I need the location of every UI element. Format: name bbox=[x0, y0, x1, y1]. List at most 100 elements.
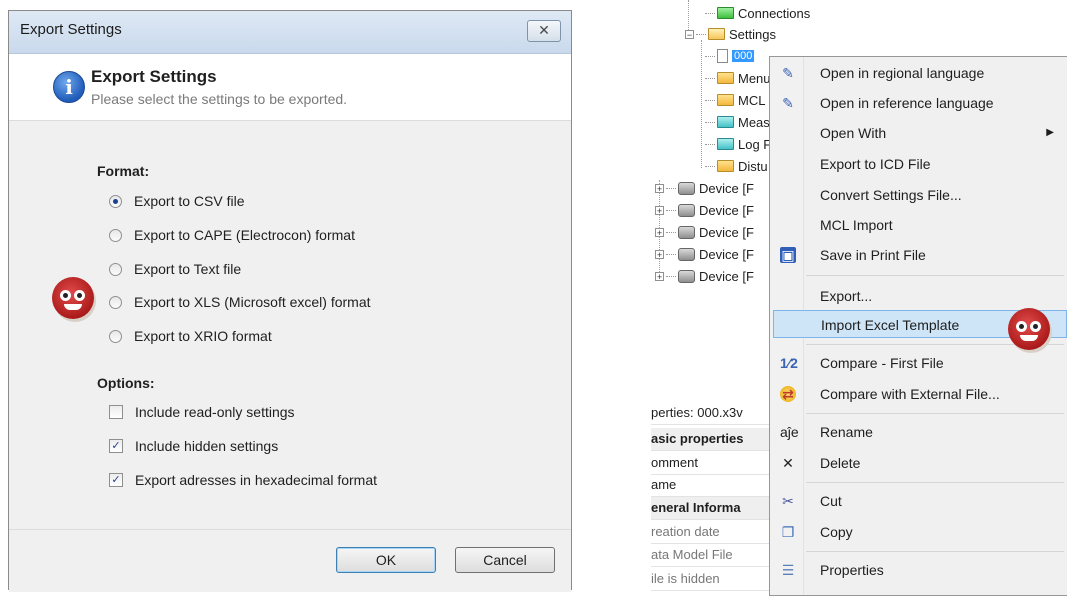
expand-icon[interactable]: + bbox=[655, 183, 664, 193]
tree-node-device[interactable]: + Device [F bbox=[655, 222, 754, 242]
tree-node-file-000[interactable]: 000 bbox=[705, 46, 755, 66]
device-icon bbox=[678, 247, 695, 261]
device-icon bbox=[678, 203, 695, 217]
properties-row[interactable]: asic properties bbox=[651, 428, 776, 451]
radio-button[interactable] bbox=[109, 329, 122, 343]
menu-item-export-icd[interactable]: Export to ICD File bbox=[770, 150, 1067, 178]
properties-row[interactable]: omment bbox=[651, 452, 776, 475]
folder-icon bbox=[717, 116, 734, 128]
menu-item-copy[interactable]: ❐ Copy bbox=[770, 518, 1067, 546]
close-button[interactable]: ✕ bbox=[527, 20, 561, 42]
menu-item-mcl-import[interactable]: MCL Import bbox=[770, 211, 1067, 239]
menu-item-open-regional[interactable]: ✎ Open in regional language bbox=[770, 59, 1067, 87]
tree-node-log[interactable]: Log F bbox=[705, 134, 771, 154]
radio-button[interactable] bbox=[109, 262, 122, 276]
tree-node-menu[interactable]: Menu bbox=[705, 68, 771, 88]
tree-node-label: Device [F bbox=[699, 180, 754, 196]
device-icon bbox=[678, 225, 695, 239]
expand-icon[interactable]: + bbox=[655, 205, 664, 215]
ok-button[interactable]: OK bbox=[336, 547, 436, 573]
tree-node-device[interactable]: + Device [F bbox=[655, 244, 754, 264]
menu-item-delete[interactable]: ✕ Delete bbox=[770, 449, 1067, 477]
tree-node-device[interactable]: + Device [F bbox=[655, 178, 754, 198]
dialog-title-bar: Export Settings ✕ bbox=[9, 11, 571, 54]
format-option-xls[interactable]: Export to XLS (Microsoft excel) format bbox=[109, 292, 371, 312]
menu-item-properties[interactable]: ☰ Properties bbox=[770, 556, 1067, 584]
tree-node-label: MCL bbox=[738, 92, 766, 108]
expand-icon[interactable]: + bbox=[655, 227, 664, 237]
format-heading: Format: bbox=[97, 163, 150, 179]
option-hexadecimal[interactable]: ✓ Export adresses in hexadecimal format bbox=[109, 470, 377, 490]
properties-row[interactable]: ile is hidden bbox=[651, 568, 776, 591]
folder-icon bbox=[717, 72, 734, 84]
format-option-csv[interactable]: Export to CSV file bbox=[109, 191, 245, 211]
option-read-only[interactable]: Include read-only settings bbox=[109, 402, 295, 422]
cancel-button[interactable]: Cancel bbox=[455, 547, 555, 573]
format-option-label: Export to XRIO format bbox=[134, 328, 272, 344]
copy-icon: ❐ bbox=[781, 524, 795, 540]
tree-node-disturbance[interactable]: Distu bbox=[705, 156, 768, 176]
tree-node-label: Meas bbox=[738, 114, 770, 130]
save-icon: ▣ bbox=[780, 247, 796, 263]
folder-open-icon bbox=[708, 28, 725, 40]
menu-item-label: Export to ICD File bbox=[820, 156, 931, 172]
header-subtitle: Please select the settings to be exporte… bbox=[91, 91, 348, 107]
tree-node-device[interactable]: + Device [F bbox=[655, 200, 754, 220]
properties-title: perties: 000.x3v bbox=[651, 402, 776, 425]
menu-item-label: Compare with External File... bbox=[820, 386, 1000, 402]
folder-icon bbox=[717, 160, 734, 172]
menu-item-rename[interactable]: aĵe Rename bbox=[770, 418, 1067, 446]
format-option-xrio[interactable]: Export to XRIO format bbox=[109, 326, 272, 346]
radio-button[interactable] bbox=[109, 194, 122, 208]
properties-pane: perties: 000.x3v asic properties omment … bbox=[651, 402, 776, 592]
properties-row[interactable]: reation date bbox=[651, 521, 776, 544]
menu-item-label: Copy bbox=[820, 524, 853, 540]
menu-item-open-reference[interactable]: ✎ Open in reference language bbox=[770, 89, 1067, 117]
menu-item-compare-external[interactable]: ⇄ Compare with External File... bbox=[770, 380, 1067, 408]
properties-icon: ☰ bbox=[781, 562, 795, 578]
folder-icon bbox=[717, 7, 734, 19]
tree-node-label: Connections bbox=[738, 5, 811, 21]
tree-node-mcl[interactable]: MCL bbox=[705, 90, 765, 110]
properties-row[interactable]: eneral Informa bbox=[651, 497, 776, 520]
properties-row[interactable]: ata Model File bbox=[651, 544, 776, 567]
rename-icon: aĵe bbox=[780, 424, 799, 440]
format-option-cape[interactable]: Export to CAPE (Electrocon) format bbox=[109, 225, 355, 245]
radio-button[interactable] bbox=[109, 228, 122, 242]
edit-icon: ✎ bbox=[782, 65, 794, 81]
compare-external-icon: ⇄ bbox=[780, 386, 796, 402]
menu-item-export[interactable]: Export... bbox=[770, 282, 1067, 310]
dialog-footer: OK Cancel bbox=[9, 529, 571, 592]
collapse-icon[interactable]: − bbox=[685, 29, 694, 39]
radio-button[interactable] bbox=[109, 295, 122, 309]
properties-row[interactable]: ame bbox=[651, 474, 776, 497]
submenu-arrow-icon: ▶ bbox=[1046, 127, 1054, 138]
format-option-label: Export to CAPE (Electrocon) format bbox=[134, 227, 355, 243]
menu-separator bbox=[806, 551, 1064, 552]
checkbox-checked[interactable]: ✓ bbox=[109, 439, 123, 453]
option-hidden[interactable]: ✓ Include hidden settings bbox=[109, 436, 278, 456]
edit-icon: ✎ bbox=[782, 95, 794, 111]
menu-item-cut[interactable]: ✂ Cut bbox=[770, 487, 1067, 515]
dialog-header: i Export Settings Please select the sett… bbox=[9, 54, 571, 121]
menu-item-convert-settings[interactable]: Convert Settings File... bbox=[770, 181, 1067, 209]
option-label: Export adresses in hexadecimal format bbox=[135, 472, 377, 488]
expand-icon[interactable]: + bbox=[655, 271, 664, 281]
menu-item-label: Save in Print File bbox=[820, 247, 926, 263]
menu-item-label: Open With bbox=[820, 125, 887, 141]
tree-node-settings[interactable]: − Settings bbox=[685, 24, 776, 44]
checkbox-checked[interactable]: ✓ bbox=[109, 473, 123, 487]
menu-item-save-print[interactable]: ▣ Save in Print File bbox=[770, 241, 1067, 269]
header-title: Export Settings bbox=[91, 67, 217, 86]
format-option-text[interactable]: Export to Text file bbox=[109, 259, 241, 279]
menu-item-open-with[interactable]: Open With ▶ bbox=[770, 119, 1067, 147]
menu-item-label: Convert Settings File... bbox=[820, 187, 962, 203]
expand-icon[interactable]: + bbox=[655, 249, 664, 259]
menu-item-compare-first[interactable]: 1⁄2 Compare - First File bbox=[770, 349, 1067, 377]
tree-node-device[interactable]: + Device [F bbox=[655, 266, 754, 286]
menu-item-label: Import Excel Template bbox=[821, 317, 960, 333]
tree-node-connections[interactable]: Connections bbox=[705, 3, 810, 23]
checkbox[interactable] bbox=[109, 405, 123, 419]
menu-item-label: Open in reference language bbox=[820, 95, 994, 111]
tree-node-measurements[interactable]: Meas bbox=[705, 112, 770, 132]
